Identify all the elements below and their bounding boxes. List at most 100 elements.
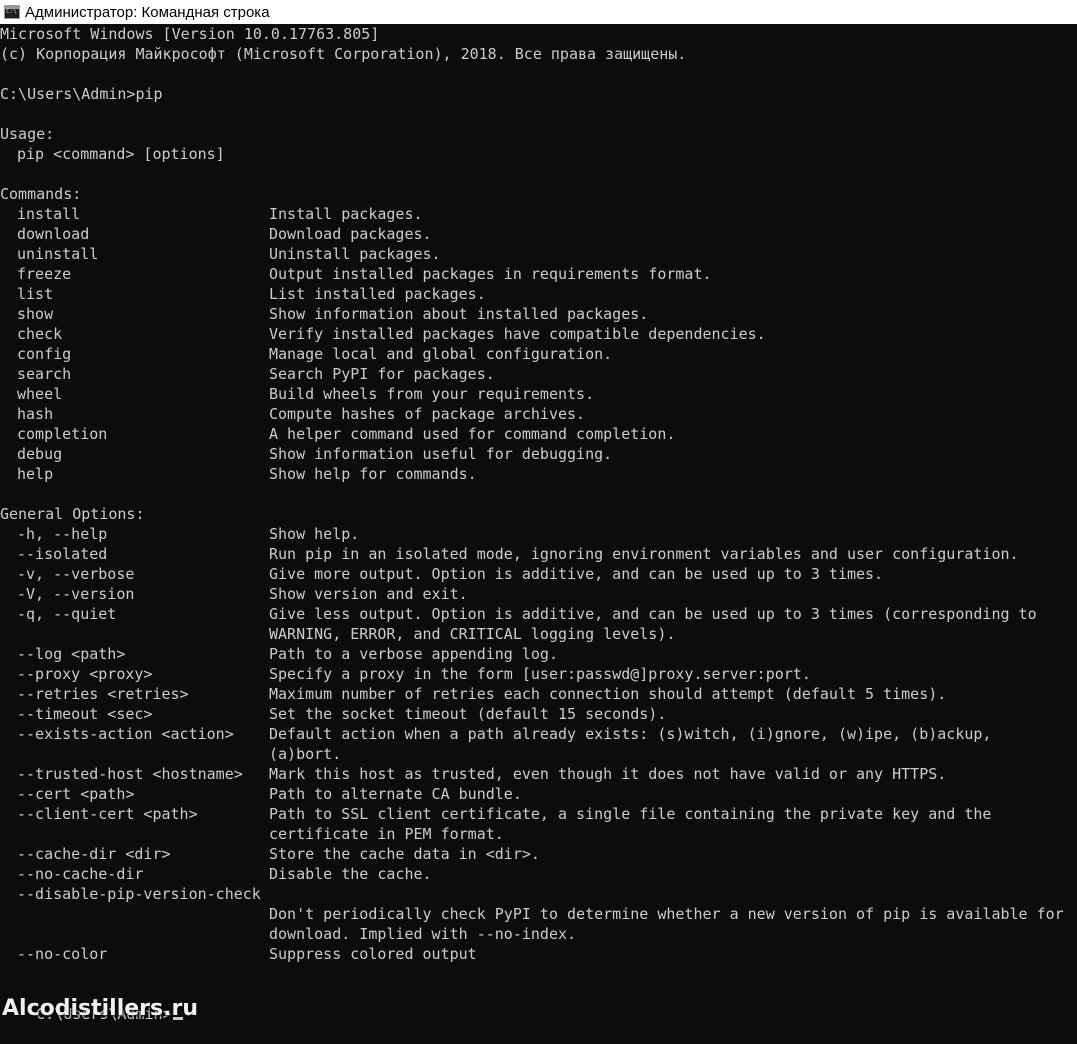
- command-row-name: uninstall: [17, 245, 99, 263]
- option-row-name: -q, --quiet: [17, 605, 117, 623]
- watermark: Alcodistillers.ru: [2, 996, 198, 1021]
- option-row-description: Show version and exit.: [269, 585, 468, 603]
- command-row-description: Download packages.: [269, 225, 432, 243]
- option-row: (a)bort.: [0, 744, 1077, 764]
- option-row-description: Path to a verbose appending log.: [269, 645, 558, 663]
- command-row-description: Build wheels from your requirements.: [269, 385, 595, 403]
- option-row-name: --client-cert <path>: [17, 805, 198, 823]
- option-row-name: --no-cache-dir: [17, 865, 144, 883]
- commands-title: Commands:: [0, 185, 82, 203]
- command-row-description: Output installed packages in requirement…: [269, 265, 712, 283]
- command-row: hash Compute hashes of package archives.: [0, 404, 1077, 424]
- option-row-description: Run pip in an isolated mode, ignoring en…: [269, 545, 1019, 563]
- option-row-description: Default action when a path already exist…: [269, 725, 992, 743]
- command-row-name: search: [17, 365, 72, 383]
- option-row-description: Give less output. Option is additive, an…: [269, 605, 1037, 623]
- option-row: --cert <path> Path to alternate CA bundle…: [0, 784, 1077, 804]
- command-row-name: freeze: [17, 265, 72, 283]
- option-row-name: --log <path>: [17, 645, 126, 663]
- command-row: config Manage local and global configurat…: [0, 344, 1077, 364]
- command-row-name: show: [17, 305, 54, 323]
- option-row-description: Suppress colored output: [269, 945, 477, 963]
- option-row: download. Implied with --no-index.: [0, 924, 1077, 944]
- option-row: --timeout <sec> Set the socket timeout (d…: [0, 704, 1077, 724]
- option-row: --log <path> Path to a verbose appending …: [0, 644, 1077, 664]
- command-row-description: List installed packages.: [269, 285, 486, 303]
- option-row-description: Set the socket timeout (default 15 secon…: [269, 705, 667, 723]
- option-row: -v, --verbose Give more output. Option is…: [0, 564, 1077, 584]
- option-row: --no-cache-dir Disable the cache.: [0, 864, 1077, 884]
- command-row: list List installed packages.: [0, 284, 1077, 304]
- command-row: check Verify installed packages have comp…: [0, 324, 1077, 344]
- option-row: -h, --help Show help.: [0, 524, 1077, 544]
- option-row: Don't periodically check PyPI to determi…: [0, 904, 1077, 924]
- option-row-description: certificate in PEM format.: [269, 825, 504, 843]
- option-row: -q, --quiet Give less output. Option is a…: [0, 604, 1077, 624]
- option-row-name: --proxy <proxy>: [17, 665, 153, 683]
- usage-title: Usage:: [0, 125, 55, 143]
- command-row-description: Install packages.: [269, 205, 423, 223]
- option-row-description: Show help.: [269, 525, 360, 543]
- option-row-name: --cache-dir <dir>: [17, 845, 171, 863]
- option-row-name: --trusted-host <hostname>: [17, 765, 243, 783]
- header-line-1: Microsoft Windows [Version 10.0.17763.80…: [0, 25, 380, 43]
- option-row-description: Give more output. Option is additive, an…: [269, 565, 884, 583]
- terminal-output[interactable]: Microsoft Windows [Version 10.0.17763.80…: [0, 24, 1077, 1023]
- option-row-name: --exists-action <action>: [17, 725, 234, 743]
- option-row-name: --no-color: [17, 945, 108, 963]
- option-row: --proxy <proxy> Specify a proxy in the fo…: [0, 664, 1077, 684]
- command-row: show Show information about installed pac…: [0, 304, 1077, 324]
- option-row: --trusted-host <hostname> Mark this host …: [0, 764, 1077, 784]
- command-row: wheel Build wheels from your requirements…: [0, 384, 1077, 404]
- window-title: Администратор: Командная строка: [25, 3, 270, 21]
- option-row: --exists-action <action> Default action w…: [0, 724, 1077, 744]
- option-row: -V, --version Show version and exit.: [0, 584, 1077, 604]
- option-row-description: Don't periodically check PyPI to determi…: [269, 905, 1064, 923]
- command-row-name: hash: [17, 405, 54, 423]
- option-row-description: Path to alternate CA bundle.: [269, 785, 522, 803]
- options-title: General Options:: [0, 505, 145, 523]
- command-row-description: Show help for commands.: [269, 465, 477, 483]
- command-row-name: wheel: [17, 385, 63, 403]
- option-row-name: -v, --verbose: [17, 565, 135, 583]
- option-row-name: --disable-pip-version-check: [17, 885, 261, 903]
- option-row-description: Specify a proxy in the form [user:passwd…: [269, 665, 811, 683]
- option-row: WARNING, ERROR, and CRITICAL logging lev…: [0, 624, 1077, 644]
- command-row-name: debug: [17, 445, 63, 463]
- command-row-name: download: [17, 225, 90, 243]
- option-row: --no-color Suppress colored output: [0, 944, 1077, 964]
- option-row-name: --timeout <sec>: [17, 705, 153, 723]
- command-row: debug Show information useful for debuggi…: [0, 444, 1077, 464]
- option-row-name: --retries <retries>: [17, 685, 189, 703]
- option-row: --disable-pip-version-check: [0, 884, 1077, 904]
- option-row-description: Path to SSL client certificate, a single…: [269, 805, 992, 823]
- command-row: download Download packages.: [0, 224, 1077, 244]
- command-row-name: list: [17, 285, 54, 303]
- command-row: search Search PyPI for packages.: [0, 364, 1077, 384]
- option-row-description: Store the cache data in <dir>.: [269, 845, 540, 863]
- option-row: --client-cert <path> Path to SSL client c…: [0, 804, 1077, 824]
- command-row-name: config: [17, 345, 72, 363]
- option-row: certificate in PEM format.: [0, 824, 1077, 844]
- command-row-description: Show information useful for debugging.: [269, 445, 613, 463]
- command-row-name: install: [17, 205, 81, 223]
- option-row-description: WARNING, ERROR, and CRITICAL logging lev…: [269, 625, 676, 643]
- command-row-name: check: [17, 325, 63, 343]
- command-row: freeze Output installed packages in requi…: [0, 264, 1077, 284]
- command-row-description: Verify installed packages have compatibl…: [269, 325, 766, 343]
- prompt-line: C:\Users\Admin>pip: [0, 85, 163, 103]
- option-row-description: Disable the cache.: [269, 865, 432, 883]
- option-row-name: --isolated: [17, 545, 108, 563]
- command-row: help Show help for commands.: [0, 464, 1077, 484]
- option-row-description: Mark this host as trusted, even though i…: [269, 765, 947, 783]
- command-row-description: Manage local and global configuration.: [269, 345, 613, 363]
- command-row-description: Compute hashes of package archives.: [269, 405, 586, 423]
- command-row: completion A helper command used for comm…: [0, 424, 1077, 444]
- title-bar[interactable]: Администратор: Командная строка: [0, 0, 1077, 24]
- header-line-2: (c) Корпорация Майкрософт (Microsoft Cor…: [0, 45, 687, 63]
- command-row-name: completion: [17, 425, 108, 443]
- option-row-name: --cert <path>: [17, 785, 135, 803]
- cmd-icon[interactable]: [4, 5, 20, 19]
- command-row: uninstall Uninstall packages.: [0, 244, 1077, 264]
- command-row-description: A helper command used for command comple…: [269, 425, 676, 443]
